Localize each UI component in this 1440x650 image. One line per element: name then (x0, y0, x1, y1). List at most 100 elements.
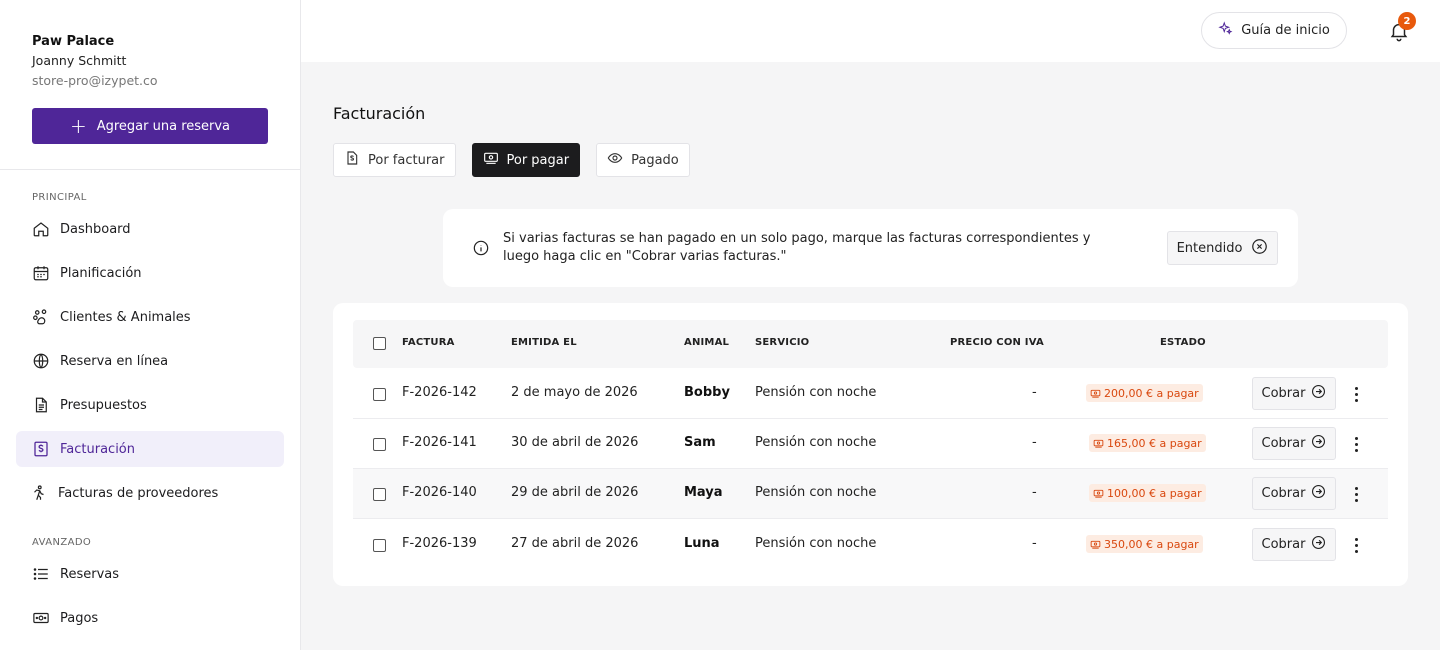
header-invoice: FACTURA (402, 337, 455, 348)
animal-name: Bobby (684, 385, 730, 400)
price: - (1032, 435, 1037, 450)
section-principal: PRINCIPAL (32, 192, 87, 203)
service: Pensión con noche (755, 485, 877, 500)
paw-icon (32, 308, 50, 326)
tab-label: Por facturar (368, 152, 445, 168)
dismiss-button[interactable]: Entendido (1167, 231, 1278, 265)
cobrar-button[interactable]: Cobrar (1252, 377, 1336, 410)
header-service: SERVICIO (755, 337, 810, 348)
header-issued: EMITIDA EL (511, 337, 577, 348)
sidebar-item-facturacion[interactable]: Facturación (16, 431, 284, 467)
issued-date: 29 de abril de 2026 (511, 485, 639, 500)
more-actions-icon[interactable] (1349, 433, 1363, 455)
row-checkbox[interactable] (373, 388, 386, 401)
status-text: 350,00 € a pagar (1104, 537, 1199, 551)
plus-icon: + (69, 114, 87, 138)
arrow-right-circle-icon (1311, 535, 1326, 554)
sidebar-item-label: Reserva en línea (60, 353, 169, 369)
cobrar-button[interactable]: Cobrar (1252, 427, 1336, 460)
sidebar-item-facturas-proveedores[interactable]: Facturas de proveedores (16, 475, 284, 511)
row-checkbox[interactable] (373, 539, 386, 552)
sidebar-item-presupuestos[interactable]: Presupuestos (16, 387, 284, 423)
sidebar-item-dashboard[interactable]: Dashboard (16, 211, 284, 247)
price: - (1032, 485, 1037, 500)
animal-name: Luna (684, 536, 720, 551)
add-reservation-button[interactable]: + Agregar una reserva (32, 108, 268, 144)
service: Pensión con noche (755, 385, 877, 400)
status-badge: 350,00 € a pagar (1086, 535, 1203, 553)
more-actions-icon[interactable] (1349, 534, 1363, 556)
guide-button[interactable]: Guía de inicio (1201, 12, 1347, 49)
select-all-checkbox[interactable] (373, 337, 386, 350)
dismiss-label: Entendido (1176, 240, 1243, 256)
home-icon (32, 220, 50, 238)
info-banner: Si varias facturas se han pagado en un s… (443, 209, 1298, 287)
price: - (1032, 536, 1037, 551)
sidebar-item-label: Clientes & Animales (60, 309, 191, 325)
issued-date: 2 de mayo de 2026 (511, 385, 638, 400)
sidebar-item-label: Planificación (60, 265, 142, 281)
money-icon (1090, 540, 1101, 549)
status-badge: 200,00 € a pagar (1086, 384, 1203, 402)
globe-icon (32, 352, 50, 370)
status-badge: 100,00 € a pagar (1089, 484, 1206, 502)
arrow-right-circle-icon (1311, 484, 1326, 503)
cobrar-label: Cobrar (1261, 386, 1306, 401)
add-reservation-label: Agregar una reserva (96, 118, 231, 134)
table-header: FACTURA EMITIDA EL ANIMAL SERVICIO PRECI… (353, 320, 1388, 368)
sidebar-item-reservas[interactable]: Reservas (16, 556, 284, 592)
status-text: 100,00 € a pagar (1107, 486, 1202, 500)
money-icon (1093, 439, 1104, 448)
header-animal: ANIMAL (684, 337, 730, 348)
cobrar-label: Cobrar (1261, 436, 1306, 451)
top-bar: Guía de inicio 2 (301, 0, 1440, 62)
sidebar-item-clientes[interactable]: Clientes & Animales (16, 299, 284, 335)
user-email: store-pro@izypet.co (32, 73, 158, 88)
tab-label: Pagado (631, 152, 679, 168)
user-name: Joanny Schmitt (32, 53, 127, 68)
calendar-icon (32, 264, 50, 282)
sidebar-item-label: Facturas de proveedores (58, 485, 219, 501)
sidebar-item-pagos[interactable]: Pagos (16, 600, 284, 636)
invoice-number: F-2026-140 (402, 485, 477, 500)
sidebar: Paw Palace Joanny Schmitt store-pro@izyp… (0, 0, 301, 650)
cobrar-button[interactable]: Cobrar (1252, 477, 1336, 510)
list-icon (32, 565, 50, 583)
table-row: F-2026-141 30 de abril de 2026 Sam Pensi… (353, 419, 1388, 469)
info-text: Si varias facturas se han pagado en un s… (503, 231, 1091, 264)
header-price: PRECIO CON IVA (950, 337, 1044, 348)
more-actions-icon[interactable] (1349, 483, 1363, 505)
service: Pensión con noche (755, 435, 877, 450)
row-checkbox[interactable] (373, 488, 386, 501)
tab-por-facturar[interactable]: Por facturar (333, 143, 456, 177)
cobrar-label: Cobrar (1261, 486, 1306, 501)
table-row: F-2026-142 2 de mayo de 2026 Bobby Pensi… (353, 369, 1388, 419)
guide-label: Guía de inicio (1241, 23, 1330, 38)
status-badge: 165,00 € a pagar (1089, 434, 1206, 452)
sidebar-item-label: Presupuestos (60, 397, 147, 413)
money-icon (483, 150, 499, 170)
sidebar-item-reserva-en-linea[interactable]: Reserva en línea (16, 343, 284, 379)
sparkle-icon (1218, 21, 1233, 40)
page-title: Facturación (333, 104, 426, 123)
sidebar-item-planificacion[interactable]: Planificación (16, 255, 284, 291)
sidebar-item-label: Pagos (60, 610, 99, 626)
tab-por-pagar[interactable]: Por pagar (471, 143, 581, 177)
status-text: 165,00 € a pagar (1107, 436, 1202, 450)
eye-icon (607, 150, 623, 170)
row-checkbox[interactable] (373, 438, 386, 451)
cobrar-button[interactable]: Cobrar (1252, 528, 1336, 561)
sidebar-item-label: Reservas (60, 566, 119, 582)
supplier-icon (30, 484, 48, 502)
tab-label: Por pagar (506, 152, 570, 168)
more-actions-icon[interactable] (1349, 383, 1363, 405)
store-name: Paw Palace (32, 34, 115, 49)
invoice-number: F-2026-139 (402, 536, 477, 551)
animal-name: Sam (684, 435, 716, 450)
tab-pagado[interactable]: Pagado (596, 143, 690, 177)
status-text: 200,00 € a pagar (1104, 386, 1199, 400)
sidebar-item-label: Dashboard (60, 221, 131, 237)
invoice-number: F-2026-142 (402, 385, 477, 400)
issued-date: 27 de abril de 2026 (511, 536, 639, 551)
money-icon (32, 609, 50, 627)
